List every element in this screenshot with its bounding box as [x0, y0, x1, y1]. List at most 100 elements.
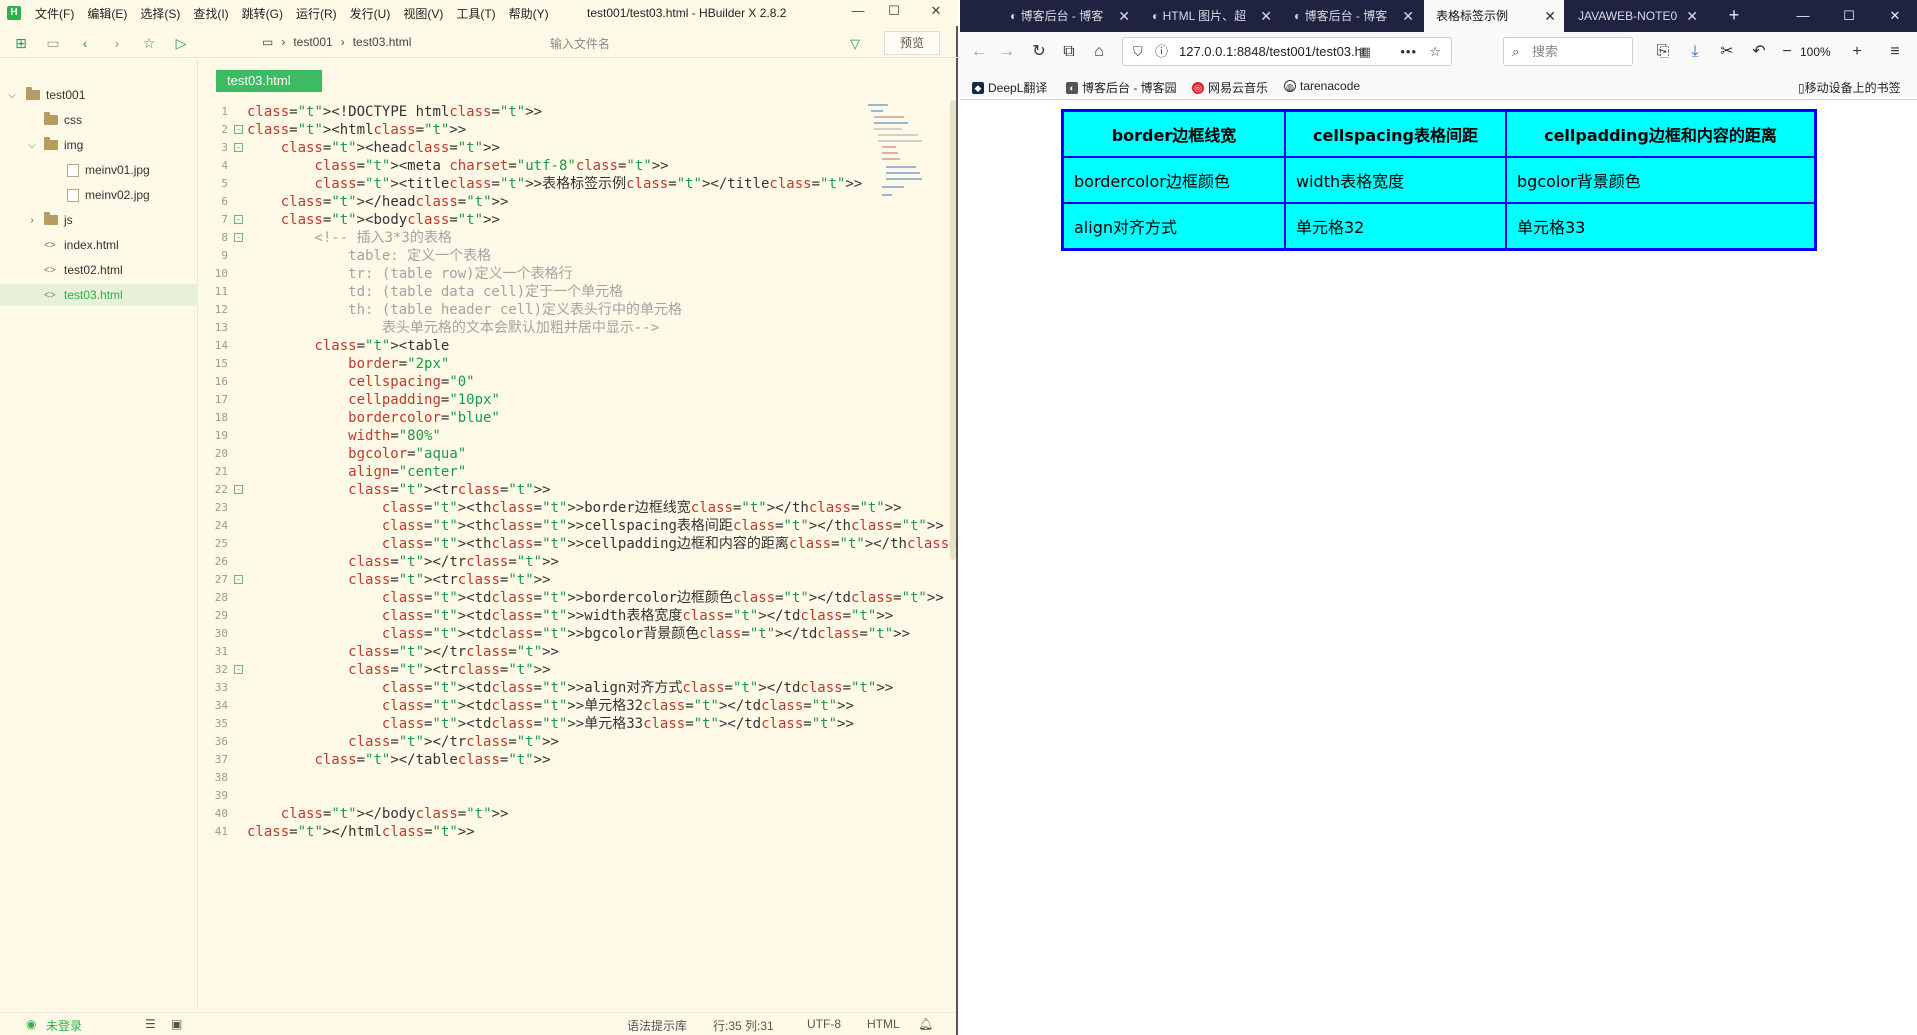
- terminal-icon[interactable]: ▣: [171, 1017, 182, 1031]
- zoom-level[interactable]: 100%: [1800, 45, 1831, 59]
- tree-item-meinv02[interactable]: meinv02.jpg: [0, 184, 198, 206]
- shield-icon[interactable]: ⛉: [1133, 38, 1143, 65]
- minimize-icon[interactable]: —: [1780, 0, 1826, 32]
- menu-find[interactable]: 查找(I): [193, 5, 228, 22]
- url-text[interactable]: 127.0.0.1:8848/test001/test03.ht: [1179, 44, 1365, 59]
- info-icon[interactable]: ⓘ: [1155, 38, 1168, 65]
- zoom-in-icon[interactable]: +: [1844, 40, 1870, 64]
- menu-select[interactable]: 选择(S): [140, 5, 180, 22]
- close-icon[interactable]: ✕: [1872, 0, 1917, 32]
- tree-item-css[interactable]: css: [0, 109, 198, 131]
- tree-item-img[interactable]: ⌵ img: [0, 134, 198, 156]
- fold-toggle-icon[interactable]: -: [234, 575, 243, 584]
- breadcrumb-file[interactable]: test03.html: [353, 35, 412, 49]
- back-arrow-icon[interactable]: ‹: [74, 32, 96, 54]
- table-header-cell: cellspacing表格间距: [1285, 111, 1506, 157]
- library-icon[interactable]: ⎘: [1650, 40, 1676, 64]
- download-icon[interactable]: ⤓: [1682, 40, 1708, 64]
- tree-item-index-html[interactable]: <> index.html: [0, 234, 198, 256]
- menu-view[interactable]: 视图(V): [403, 5, 443, 22]
- save-icon[interactable]: ▭: [42, 32, 64, 54]
- list-icon[interactable]: ☰: [145, 1017, 156, 1031]
- fold-toggle-icon[interactable]: -: [234, 665, 243, 674]
- syntax-hint[interactable]: 语法提示库: [627, 1017, 687, 1034]
- tree-item-js[interactable]: › js: [0, 209, 198, 231]
- zoom-out-icon[interactable]: −: [1774, 40, 1800, 64]
- qr-code-icon[interactable]: ▦: [1359, 38, 1371, 65]
- browser-tab-active[interactable]: 表格标签示例 ✕: [1424, 0, 1564, 32]
- editor-scrollbar[interactable]: [950, 100, 956, 560]
- menu-run[interactable]: 运行(R): [296, 5, 337, 22]
- back-arrow-icon[interactable]: ←: [966, 40, 992, 64]
- menu-tools[interactable]: 工具(T): [456, 5, 495, 22]
- file-name-input[interactable]: 输入文件名: [512, 31, 867, 55]
- breadcrumb-project[interactable]: test001: [293, 35, 332, 49]
- run-icon[interactable]: ▷: [170, 32, 192, 54]
- tab-label: JAVAWEB-NOTE0: [1578, 9, 1678, 23]
- filter-icon[interactable]: ▽: [850, 36, 860, 52]
- reload-icon[interactable]: ↻: [1026, 40, 1052, 64]
- menu-file[interactable]: 文件(F): [35, 5, 74, 22]
- minimize-icon[interactable]: —: [846, 3, 870, 18]
- new-file-icon[interactable]: ⊞: [10, 32, 32, 54]
- tab-test03-html[interactable]: test03.html: [216, 70, 322, 92]
- chevron-down-icon[interactable]: ⌵: [6, 90, 18, 101]
- bookmark-item[interactable]: ◍ tarenacode: [1284, 79, 1360, 93]
- menu-edit[interactable]: 编辑(E): [87, 5, 127, 22]
- forward-arrow-icon[interactable]: ›: [106, 32, 128, 54]
- container-tab-icon[interactable]: ⧉: [1056, 40, 1082, 64]
- close-tab-icon[interactable]: ✕: [1544, 0, 1556, 32]
- bookmark-item[interactable]: ◆ DeepL翻译: [972, 79, 1047, 96]
- page-actions-more-icon[interactable]: •••: [1400, 38, 1417, 65]
- bookmark-star-icon[interactable]: ☆: [138, 32, 160, 54]
- menu-publish[interactable]: 发行(U): [350, 5, 391, 22]
- close-tab-icon[interactable]: ✕: [1118, 0, 1130, 32]
- tree-item-test03-html[interactable]: <> test03.html: [0, 284, 198, 306]
- browser-tab[interactable]: ◐ HTML 图片、超 ✕: [1140, 0, 1280, 32]
- menu-goto[interactable]: 跳转(G): [242, 5, 283, 22]
- bookmark-item[interactable]: ◐ 博客后台 - 博客园: [1066, 79, 1177, 96]
- fold-toggle-icon[interactable]: -: [234, 215, 243, 224]
- chevron-right-icon[interactable]: ›: [26, 215, 38, 226]
- screenshot-icon[interactable]: ✂: [1714, 40, 1740, 64]
- mobile-bookmarks[interactable]: ▯ 移动设备上的书签: [1798, 79, 1901, 96]
- language-mode[interactable]: HTML: [867, 1017, 900, 1031]
- search-placeholder: 搜索: [1532, 44, 1559, 59]
- close-icon[interactable]: ✕: [924, 3, 948, 19]
- hamburger-menu-icon[interactable]: ≡: [1882, 40, 1908, 64]
- chevron-down-icon[interactable]: ⌵: [26, 140, 38, 151]
- fold-toggle-icon[interactable]: -: [234, 125, 243, 134]
- undo-icon[interactable]: ↶: [1746, 40, 1772, 64]
- new-tab-plus-icon[interactable]: +: [1718, 0, 1750, 32]
- browser-tab[interactable]: ◐ 博客后台 - 博客 ✕: [998, 0, 1138, 32]
- browser-tab[interactable]: JAVAWEB-NOTE0 ✕: [1566, 0, 1706, 32]
- maximize-icon[interactable]: ☐: [1826, 0, 1872, 32]
- close-tab-icon[interactable]: ✕: [1402, 0, 1414, 32]
- code-editor[interactable]: 1 class="t"><!DOCTYPE htmlclass="t">> 2- cl…: [200, 101, 1000, 1006]
- folder-icon: ▭: [262, 35, 274, 49]
- url-bar[interactable]: ⛉ ⓘ 127.0.0.1:8848/test001/test03.ht ▦ •…: [1122, 37, 1452, 66]
- close-tab-icon[interactable]: ✕: [1686, 0, 1698, 32]
- tree-item-test001[interactable]: ⌵ test001: [0, 84, 198, 106]
- search-input[interactable]: ⌕ 搜索: [1503, 37, 1633, 66]
- forward-arrow-icon[interactable]: →: [994, 40, 1020, 64]
- close-tab-icon[interactable]: ✕: [1260, 0, 1272, 32]
- bookmark-item[interactable]: ◎ 网易云音乐: [1192, 79, 1268, 96]
- fold-toggle-icon[interactable]: -: [234, 143, 243, 152]
- fold-toggle-icon[interactable]: -: [234, 485, 243, 494]
- browser-tab[interactable]: ◐ 博客后台 - 博客 ✕: [1282, 0, 1422, 32]
- netease-music-icon: ◎: [1192, 81, 1204, 94]
- code-minimap[interactable]: [868, 100, 948, 220]
- home-icon[interactable]: ⌂: [1086, 40, 1112, 64]
- fold-toggle-icon[interactable]: -: [234, 233, 243, 242]
- bookmark-star-icon[interactable]: ☆: [1429, 38, 1441, 65]
- maximize-icon[interactable]: ☐: [882, 3, 906, 19]
- bell-icon[interactable]: 🔔︎: [918, 1017, 933, 1031]
- preview-button[interactable]: 预览: [884, 31, 940, 55]
- login-status[interactable]: 未登录: [46, 1017, 82, 1034]
- tree-item-test02-html[interactable]: <> test02.html: [0, 259, 198, 281]
- code-line[interactable]: 41 class="t"></htmlclass="t">>: [200, 821, 866, 843]
- encoding[interactable]: UTF-8: [807, 1017, 841, 1031]
- menu-help[interactable]: 帮助(Y): [509, 5, 549, 22]
- tree-item-meinv01[interactable]: meinv01.jpg: [0, 159, 198, 181]
